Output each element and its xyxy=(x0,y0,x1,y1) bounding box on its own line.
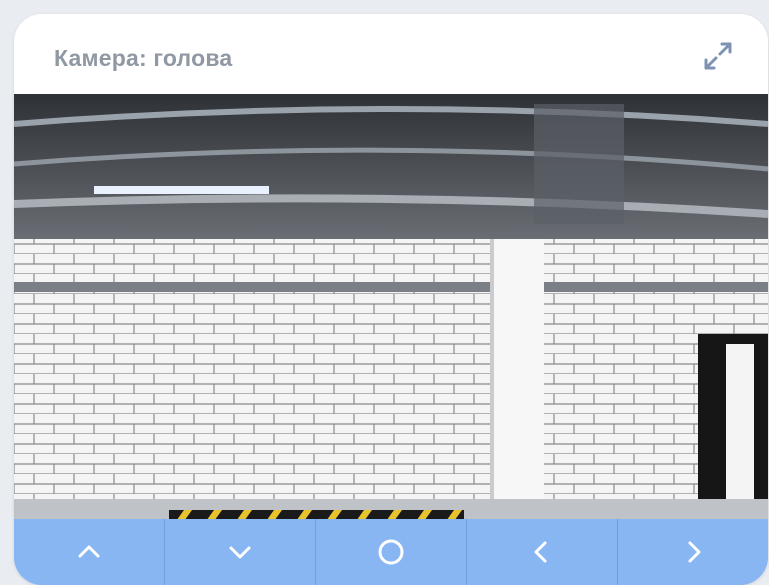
pan-up-button[interactable] xyxy=(14,519,165,585)
chevron-up-icon xyxy=(78,545,100,558)
pan-right-button[interactable] xyxy=(618,519,768,585)
chevron-down-icon xyxy=(229,546,251,559)
camera-title: Камера: голова xyxy=(54,45,233,71)
center-button[interactable] xyxy=(316,519,467,585)
pan-down-button[interactable] xyxy=(165,519,316,585)
circle-icon xyxy=(378,539,404,565)
chevron-left-icon xyxy=(534,541,547,563)
camera-header: Камера: голова xyxy=(14,14,768,94)
chevron-right-icon xyxy=(688,541,701,563)
camera-image xyxy=(14,94,768,534)
pan-left-button[interactable] xyxy=(467,519,618,585)
expand-button[interactable] xyxy=(700,38,736,74)
camera-feed xyxy=(14,94,768,534)
camera-card: Камера: голова xyxy=(14,14,768,585)
camera-controls xyxy=(14,519,768,585)
expand-icon xyxy=(704,42,732,70)
